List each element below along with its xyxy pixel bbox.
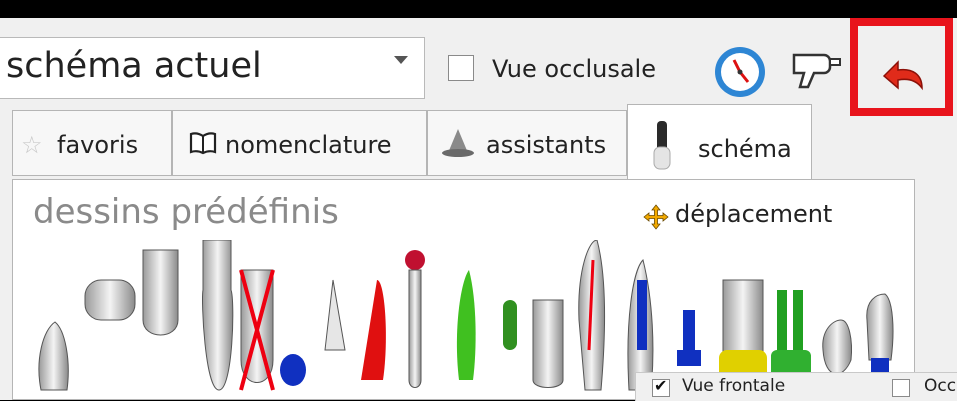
tooth-drawing[interactable] [405,250,425,388]
occlusal-view-checkbox[interactable] [448,55,474,81]
tooth-drawing[interactable] [578,240,605,391]
book-icon [189,132,217,155]
tooth-drawing[interactable] [822,319,852,375]
panel-title: dessins prédéfinis [33,192,339,232]
tab-schema-label: schéma [698,135,792,163]
tooth-tab-icon [653,121,671,170]
tab-schema[interactable]: schéma [627,104,812,182]
tooth-drawing[interactable] [38,321,69,391]
frontal-view-label: Vue frontale [682,376,786,396]
check-icon: ✔ [654,376,668,395]
clock-icon[interactable] [712,44,768,100]
scheme-select-value: schéma actuel [6,46,262,86]
view-options-panel: ✔ Vue frontale Occl [635,372,957,401]
tooth-drawing[interactable] [324,279,346,351]
chevron-down-icon[interactable] [394,56,408,64]
tab-favoris[interactable]: ☆ favoris [12,110,172,176]
tooth-drawing[interactable] [280,354,306,386]
occlusal-label-2: Occl [924,376,957,396]
undo-button-highlight[interactable] [850,18,953,116]
tooth-drawing[interactable] [866,293,894,378]
tooth-drawing[interactable] [361,280,386,380]
tab-nomenclature[interactable]: nomenclature [172,110,427,176]
tooth-drawing[interactable] [677,310,701,366]
predefined-drawings-panel: dessins prédéfinis déplacement [12,179,915,400]
tooth-drawing[interactable] [142,249,179,336]
tab-assistants[interactable]: assistants [427,110,627,176]
tab-assistants-label: assistants [486,131,607,159]
tooth-drawing[interactable] [503,300,517,350]
tooth-drawing[interactable] [532,299,564,388]
frontal-view-checkbox[interactable]: ✔ [652,376,670,397]
occlusal-checkbox-2[interactable] [892,379,910,397]
tooth-drawing[interactable] [202,240,234,391]
move-label[interactable]: déplacement [675,200,832,228]
tooth-drawing[interactable] [627,259,654,391]
tooth-drawing[interactable] [239,269,275,391]
wizard-hat-icon [442,129,474,157]
tooth-drawing[interactable] [84,279,136,321]
tab-nomenclature-label: nomenclature [225,131,392,159]
occlusal-view-label: Vue occlusale [492,55,656,83]
move-arrows-icon[interactable] [643,204,669,230]
undo-arrow-icon[interactable] [878,56,926,92]
scheme-select[interactable]: schéma actuel [0,37,425,99]
tab-favoris-label: favoris [57,131,139,159]
tooth-drawing[interactable] [456,270,476,380]
tooth-drill-icon[interactable] [790,47,842,91]
star-icon: ☆ [21,131,43,159]
